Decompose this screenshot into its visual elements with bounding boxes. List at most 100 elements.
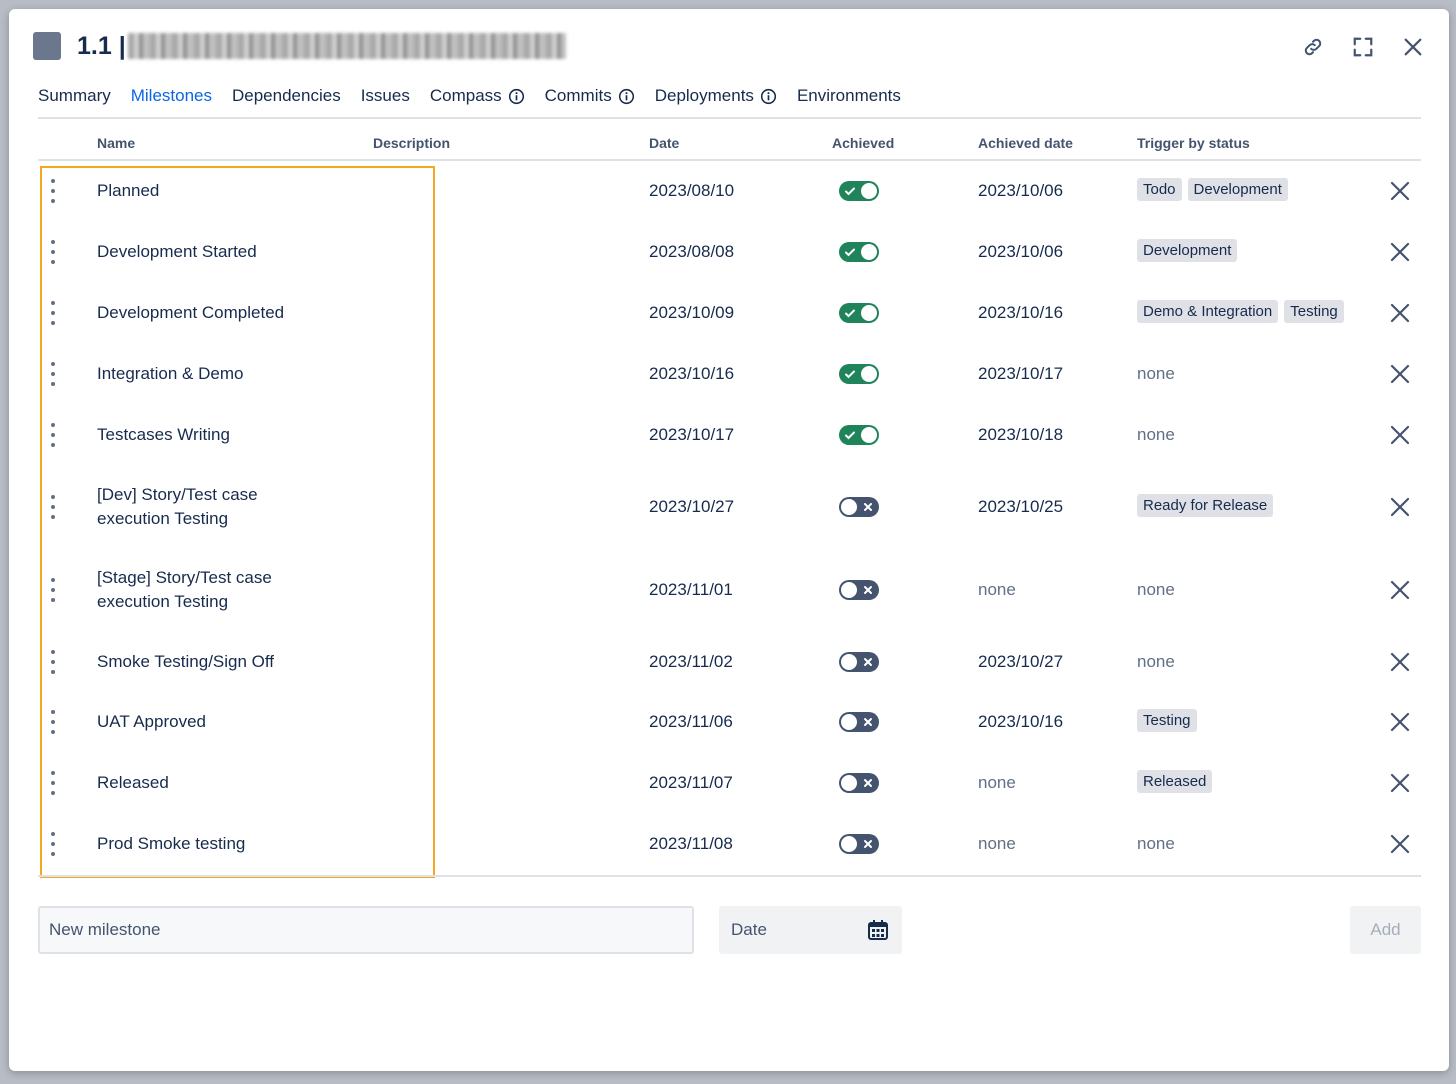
milestone-name: Integration & Demo: [97, 362, 357, 386]
tab-label: Summary: [38, 86, 111, 105]
drag-handle-icon[interactable]: [49, 771, 57, 795]
status-tag: Demo & Integration: [1137, 300, 1279, 323]
delete-milestone-icon[interactable]: [1388, 495, 1412, 519]
tab-divider: [38, 117, 1421, 119]
achieved-toggle[interactable]: [839, 497, 879, 517]
trigger-statuses: none: [1137, 649, 1175, 675]
achieved-date: 2023/10/16: [978, 712, 1064, 731]
add-button[interactable]: Add: [1350, 906, 1421, 954]
achieved-toggle[interactable]: [839, 364, 879, 384]
trigger-statuses: Testing: [1137, 709, 1197, 732]
drag-handle-icon[interactable]: [49, 301, 57, 325]
achieved-date: none: [978, 773, 1016, 792]
date-placeholder: Date: [731, 920, 767, 939]
tab-bar: Summary Milestones Dependencies Issues Compa…: [38, 83, 901, 119]
fullscreen-icon[interactable]: [1351, 35, 1375, 59]
milestone-name-line: Development Completed: [97, 303, 285, 322]
delete-milestone-icon[interactable]: [1388, 578, 1412, 602]
tab-label: Issues: [360, 86, 410, 105]
delete-milestone-icon[interactable]: [1388, 832, 1412, 856]
status-tag: Development: [1187, 178, 1288, 201]
drag-handle-icon[interactable]: [49, 362, 57, 386]
date-picker-field[interactable]: Date: [719, 906, 902, 954]
status-tag: Todo: [1137, 178, 1182, 201]
drag-handle-icon[interactable]: [49, 710, 57, 734]
milestone-date: 2023/11/02: [649, 652, 733, 671]
info-icon[interactable]: [508, 88, 525, 105]
achieved-toggle[interactable]: [839, 652, 879, 672]
redacted-title-text: [127, 33, 566, 59]
drag-handle-icon[interactable]: [49, 832, 57, 856]
trigger-statuses: none: [1137, 422, 1175, 448]
close-icon[interactable]: [1401, 35, 1425, 59]
tab-deployments[interactable]: Deployments: [655, 83, 777, 119]
achieved-toggle[interactable]: [839, 834, 879, 854]
achieved-toggle[interactable]: [839, 425, 879, 445]
drag-handle-icon[interactable]: [49, 179, 57, 203]
milestone-name-line: Prod Smoke testing: [97, 834, 246, 853]
col-achieved-date: Achieved date: [978, 135, 1073, 151]
status-tag: Testing: [1284, 300, 1344, 323]
status-tag: Development: [1137, 239, 1238, 262]
milestone-name-line: Development Started: [97, 242, 257, 261]
milestone-name: Development Started: [97, 240, 357, 264]
tab-label: Compass: [429, 86, 502, 105]
achieved-date: 2023/10/06: [978, 242, 1064, 261]
tab-commits[interactable]: Commits: [545, 83, 635, 119]
achieved-toggle[interactable]: [839, 773, 879, 793]
title-prefix: 1.1 |: [77, 31, 126, 60]
tab-summary[interactable]: Summary: [38, 83, 111, 119]
delete-milestone-icon[interactable]: [1388, 240, 1412, 264]
delete-milestone-icon[interactable]: [1388, 710, 1412, 734]
col-trigger: Trigger by status: [1137, 135, 1250, 151]
achieved-date: 2023/10/06: [978, 181, 1064, 200]
col-achieved: Achieved: [832, 135, 895, 151]
tab-compass[interactable]: Compass: [430, 83, 525, 119]
delete-milestone-icon[interactable]: [1388, 362, 1412, 386]
achieved-toggle[interactable]: [839, 242, 879, 262]
tab-milestones[interactable]: Milestones: [130, 83, 213, 119]
trigger-statuses: Ready for Release: [1137, 494, 1274, 517]
tab-issues[interactable]: Issues: [361, 83, 410, 119]
delete-milestone-icon[interactable]: [1388, 650, 1412, 674]
achieved-toggle[interactable]: [839, 303, 879, 323]
drag-handle-icon[interactable]: [49, 650, 57, 674]
tab-dependencies[interactable]: Dependencies: [232, 83, 341, 119]
tab-label: Dependencies: [232, 86, 341, 105]
delete-milestone-icon[interactable]: [1388, 771, 1412, 795]
milestone-date: 2023/11/08: [649, 834, 733, 853]
milestone-name-line: Integration & Demo: [97, 364, 244, 383]
delete-milestone-icon[interactable]: [1388, 423, 1412, 447]
achieved-toggle[interactable]: [839, 181, 879, 201]
milestone-date: 2023/10/16: [649, 364, 735, 383]
trigger-statuses: Todo Development: [1137, 178, 1288, 201]
milestone-name: [Dev] Story/Test case execution Testing: [97, 483, 357, 531]
trigger-statuses: none: [1137, 577, 1175, 603]
delete-milestone-icon[interactable]: [1388, 179, 1412, 203]
info-icon[interactable]: [760, 88, 777, 105]
drag-handle-icon[interactable]: [49, 578, 57, 602]
trigger-none: none: [1137, 364, 1175, 383]
milestone-name-line: [Dev] Story/Test case: [97, 485, 258, 504]
trigger-statuses: none: [1137, 361, 1175, 387]
status-tag: Testing: [1137, 709, 1197, 732]
info-icon[interactable]: [618, 88, 635, 105]
drag-handle-icon[interactable]: [49, 240, 57, 264]
tab-environments[interactable]: Environments: [797, 83, 901, 119]
drag-handle-icon[interactable]: [49, 495, 57, 519]
milestone-name-line: execution Testing: [97, 592, 229, 611]
trigger-statuses: none: [1137, 831, 1175, 857]
tab-label: Milestones: [130, 86, 212, 105]
tab-label: Deployments: [654, 86, 754, 105]
link-icon[interactable]: [1301, 35, 1325, 59]
achieved-date: 2023/10/16: [978, 303, 1064, 322]
delete-milestone-icon[interactable]: [1388, 301, 1412, 325]
drag-handle-icon[interactable]: [49, 423, 57, 447]
milestone-name-line: [Stage] Story/Test case: [97, 568, 272, 587]
milestone-date: 2023/10/09: [649, 303, 735, 322]
trigger-statuses: Released: [1137, 770, 1213, 793]
calendar-icon: [868, 920, 888, 940]
achieved-toggle[interactable]: [839, 580, 879, 600]
new-milestone-input[interactable]: [38, 906, 694, 954]
achieved-toggle[interactable]: [839, 712, 879, 732]
